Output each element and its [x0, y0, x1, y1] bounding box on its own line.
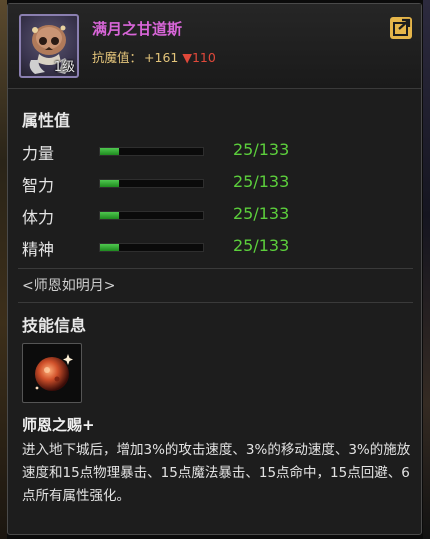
stat-value: 25/133 [233, 172, 290, 191]
resist-label: 抗魔值： [92, 50, 143, 65]
share-icon[interactable] [389, 16, 413, 40]
stat-label: 精神 [22, 240, 55, 259]
skill-slot[interactable] [22, 343, 82, 403]
stat-value: 25/133 [233, 204, 290, 223]
stat-bar-fill [100, 180, 120, 187]
moon-orb-icon [35, 354, 73, 391]
stat-row-intelligence: 智力 25/133 [22, 172, 402, 195]
pet-portrait: 1级 [19, 14, 79, 78]
tooltip-header: 1级 满月之甘道斯 抗魔值： +161 ▼110 [8, 4, 421, 89]
resist-value: 抗魔值： +161 ▼110 [92, 47, 216, 66]
stat-bar-fill [100, 212, 120, 219]
pet-tooltip-panel: 1级 满月之甘道斯 抗魔值： +161 ▼110 属性值 力量 25/133 智力 … [7, 3, 422, 535]
divider [18, 302, 413, 303]
resist-down: ▼110 [182, 50, 216, 65]
stat-label: 体力 [22, 208, 55, 227]
skill-description: 进入地下城后，增加3%的攻击速度、3%的移动速度、3%的施放速度和15点物理暴击… [22, 442, 411, 504]
stat-label: 力量 [22, 144, 55, 163]
level-badge: 1级 [53, 60, 75, 75]
stat-value: 25/133 [233, 236, 290, 255]
stat-bar [99, 179, 204, 188]
stats-heading: 属性值 [22, 111, 71, 130]
background-right [423, 0, 430, 539]
divider [18, 268, 413, 269]
stat-row-vitality: 体力 25/133 [22, 204, 402, 227]
stat-bar [99, 243, 204, 252]
stat-row-spirit: 精神 25/133 [22, 236, 402, 259]
stat-bar [99, 147, 204, 156]
pet-title: <师恩如明月> [22, 278, 116, 294]
skill-name: 师恩之赐+ [22, 416, 95, 434]
stat-bar-fill [100, 148, 120, 155]
stat-row-strength: 力量 25/133 [22, 140, 402, 163]
stat-bar-fill [100, 244, 120, 251]
stat-bar [99, 211, 204, 220]
skill-heading: 技能信息 [22, 316, 87, 335]
background-left [0, 0, 7, 539]
stat-value: 25/133 [233, 140, 290, 159]
stat-label: 智力 [22, 176, 55, 195]
pet-name: 满月之甘道斯 [92, 20, 183, 38]
resist-plus: +161 [144, 50, 179, 65]
